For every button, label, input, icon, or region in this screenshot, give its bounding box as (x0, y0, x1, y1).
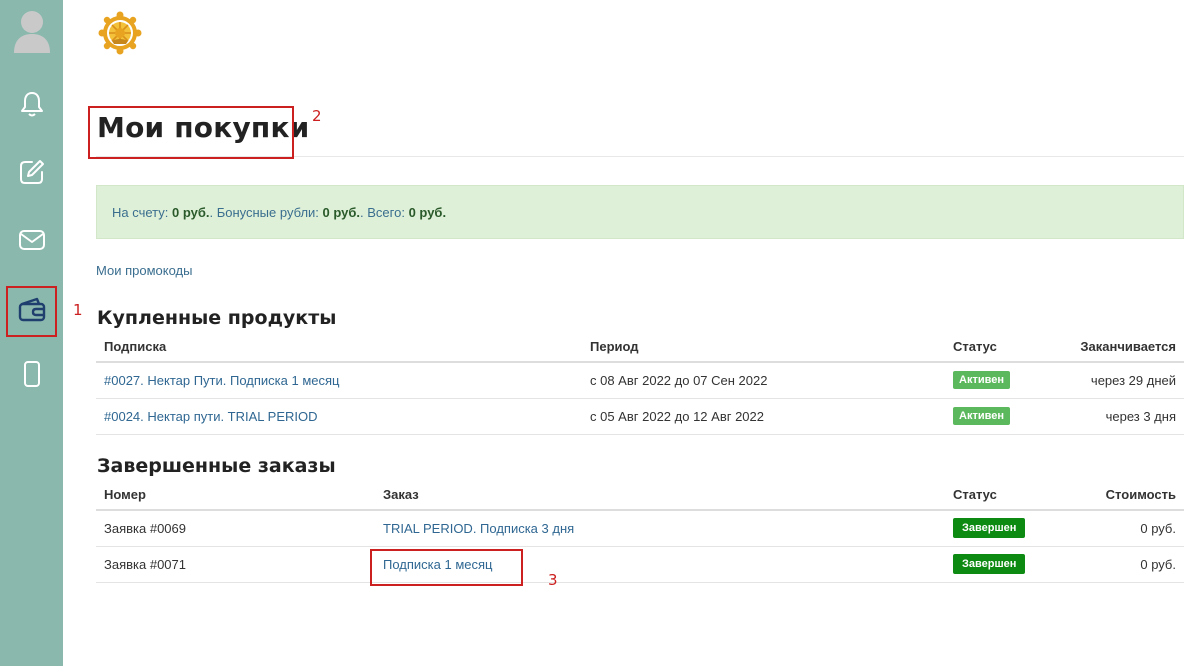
table-header-row: Номер Заказ Статус Стоимость (96, 480, 1184, 511)
cost-cell: 0 руб. (1055, 546, 1184, 583)
column-header-period: Период (582, 332, 945, 363)
annotation-number-2: 2 (312, 107, 322, 125)
promo-codes-link[interactable]: Мои промокоды (96, 263, 192, 278)
column-header-ends: Заканчивается (1055, 332, 1184, 363)
purchased-products-table: Подписка Период Статус Заканчивается #00… (96, 332, 1184, 435)
sidebar-item-mail[interactable] (0, 214, 63, 266)
total-label: . Всего: (360, 204, 405, 220)
table-row: #0027. Нектар Пути. Подписка 1 месяц с 0… (96, 362, 1184, 399)
ends-cell: через 3 дня (1055, 398, 1184, 435)
column-header-number: Номер (96, 480, 375, 511)
status-badge: Завершен (953, 554, 1026, 574)
column-header-order: Заказ (375, 480, 945, 511)
status-badge: Завершен (953, 518, 1026, 539)
bell-icon (20, 92, 43, 117)
annotation-number-3: 3 (548, 571, 558, 589)
annotation-box-1 (6, 286, 57, 337)
edit-icon (19, 160, 44, 184)
balance-panel: На счету: 0 руб.. Бонусные рубли: 0 руб.… (96, 185, 1184, 239)
table-row: Заявка #0069 TRIAL PERIOD. Подписка 3 дн… (96, 510, 1184, 547)
order-link[interactable]: TRIAL PERIOD. Подписка 3 дня (383, 521, 574, 536)
purchased-products-title: Купленные продукты (97, 307, 337, 329)
order-number-cell: Заявка #0069 (96, 510, 375, 547)
bonus-value: 0 руб. (322, 204, 361, 220)
annotation-number-1: 1 (73, 301, 83, 319)
completed-orders-table: Номер Заказ Статус Стоимость Заявка #006… (96, 480, 1184, 583)
avatar[interactable] (0, 4, 63, 56)
sidebar-item-mobile[interactable] (0, 348, 63, 400)
annotation-box-2 (88, 106, 294, 159)
column-header-subscription: Подписка (96, 332, 582, 363)
total-value: 0 руб. (408, 204, 447, 220)
period-cell: с 05 Авг 2022 до 12 Авг 2022 (582, 398, 945, 435)
status-badge: Активен (953, 407, 1010, 425)
completed-orders-title: Завершенные заказы (97, 455, 336, 477)
annotation-box-3 (370, 549, 523, 586)
table-header-row: Подписка Период Статус Заканчивается (96, 332, 1184, 363)
table-row: Заявка #0071 Подписка 1 месяц Завершен 0… (96, 546, 1184, 583)
account-value: 0 руб. (172, 204, 210, 220)
sidebar-item-edit[interactable] (0, 146, 63, 198)
bonus-label: . Бонусные рубли: (209, 204, 319, 220)
subscription-link[interactable]: #0024. Нектар пути. TRIAL PERIOD (104, 409, 318, 424)
table-row: #0024. Нектар пути. TRIAL PERIOD с 05 Ав… (96, 398, 1184, 435)
column-header-cost: Стоимость (1055, 480, 1184, 511)
mail-icon (18, 230, 45, 250)
order-number-cell: Заявка #0071 (96, 546, 375, 583)
phone-icon (23, 361, 40, 387)
account-label: На счету: (112, 204, 169, 220)
ends-cell: через 29 дней (1055, 362, 1184, 399)
subscription-link[interactable]: #0027. Нектар Пути. Подписка 1 месяц (104, 373, 339, 388)
cost-cell: 0 руб. (1055, 510, 1184, 547)
status-badge: Активен (953, 371, 1010, 390)
sidebar-item-notifications[interactable] (0, 78, 63, 130)
column-header-status: Статус (945, 332, 1055, 363)
dharma-wheel-logo (98, 11, 142, 55)
period-cell: с 08 Авг 2022 до 07 Сен 2022 (582, 362, 945, 399)
avatar-icon (13, 11, 50, 53)
column-header-status: Статус (945, 480, 1055, 511)
